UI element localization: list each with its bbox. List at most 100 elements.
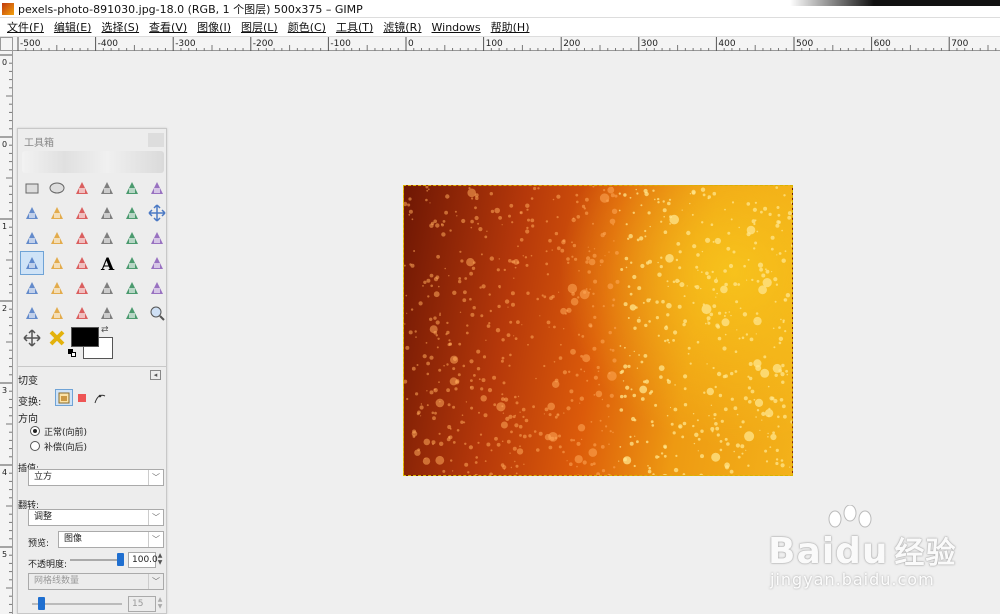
tool-options-menu-icon[interactable]: ◂ (150, 370, 161, 380)
menu-edit[interactable]: 编辑(E) (51, 19, 95, 35)
fuzzy-select-tool-button[interactable] (95, 176, 119, 200)
eraser-tool-button[interactable] (70, 276, 94, 300)
menu-view[interactable]: 查看(V) (146, 19, 190, 35)
color-select-tool-button[interactable] (120, 176, 144, 200)
airbrush-tool-button[interactable] (95, 276, 119, 300)
toolbox-close-button[interactable] (148, 133, 164, 147)
water-drop (519, 411, 521, 413)
water-drop (619, 345, 622, 347)
free-select-tool-button[interactable] (70, 176, 94, 200)
water-drop (460, 420, 464, 424)
blend-tool-button[interactable] (145, 251, 169, 275)
opacity-slider-handle[interactable] (117, 553, 124, 566)
water-drop (711, 430, 714, 433)
menu-image[interactable]: 图像(I) (194, 19, 234, 35)
water-drop (543, 295, 547, 299)
toolbox-drop-area[interactable] (22, 151, 164, 173)
paths-tool-button[interactable] (45, 201, 69, 225)
dodge-burn-tool-button[interactable] (120, 301, 144, 325)
transform-selection-button[interactable] (73, 389, 91, 406)
image-canvas[interactable] (403, 185, 793, 476)
direction-corrective-radio[interactable] (30, 441, 40, 451)
text-tool-button[interactable]: A (95, 251, 119, 275)
water-drop (431, 411, 435, 415)
color-picker-tool-button[interactable] (70, 201, 94, 225)
opacity-spin-arrows[interactable]: ▲ ▼ (156, 552, 164, 568)
perspective-tool-button[interactable] (145, 226, 169, 250)
water-drop (623, 394, 627, 398)
opacity-spinbox[interactable]: 100.0 (128, 552, 158, 568)
magnify-tool-button[interactable] (145, 301, 169, 325)
guides-combo: 网格线数量 ﹀ (28, 573, 164, 590)
crop-tool-button[interactable] (45, 226, 69, 250)
opacity-slider-track[interactable] (70, 559, 120, 561)
water-drop (760, 368, 770, 378)
grid-slider-track[interactable] (32, 603, 122, 605)
menu-select[interactable]: 选择(S) (98, 19, 142, 35)
smudge-tool-button[interactable] (95, 301, 119, 325)
pencil-icon (26, 282, 38, 294)
align-tool-button[interactable] (20, 226, 44, 250)
unified-transform-tool-button[interactable] (70, 251, 94, 275)
water-drop (509, 452, 511, 454)
flip-tool-button[interactable] (20, 251, 44, 275)
pencil-tool-button[interactable] (20, 276, 44, 300)
interpolation-combo[interactable]: 立方 ﹀ (28, 469, 164, 486)
water-drop (484, 460, 487, 462)
scale-tool-button[interactable] (95, 226, 119, 250)
foreground-color-swatch[interactable] (71, 327, 99, 347)
direction-normal-radio[interactable] (30, 426, 40, 436)
water-drop (746, 225, 756, 235)
rect-select-tool-button[interactable] (20, 176, 44, 200)
move-arrows-tool-button[interactable] (20, 326, 44, 350)
menu-layer[interactable]: 图层(L) (238, 19, 281, 35)
scissors-select-tool-button[interactable] (145, 176, 169, 200)
water-drop (435, 223, 440, 228)
water-drop (643, 380, 646, 384)
clone-tool-button[interactable] (145, 276, 169, 300)
menu-filters[interactable]: 滤镜(R) (380, 19, 424, 35)
move-tool-button[interactable] (145, 201, 169, 225)
menu-file[interactable]: 文件(F) (4, 19, 47, 35)
ink-tool-button[interactable] (120, 276, 144, 300)
water-drop (787, 211, 792, 216)
water-drop (720, 419, 724, 423)
ellipse-select-tool-button[interactable] (45, 176, 69, 200)
reset-colors-icon[interactable] (68, 349, 76, 357)
zoom-tool-button[interactable] (95, 201, 119, 225)
water-drop (598, 383, 600, 386)
water-drop (687, 346, 691, 350)
grid-slider-handle[interactable] (38, 597, 45, 610)
water-drop (652, 473, 655, 475)
water-drop (682, 421, 687, 426)
shear-tool-button[interactable] (120, 226, 144, 250)
paintbrush-tool-button[interactable] (45, 276, 69, 300)
measure-tool-button[interactable] (120, 201, 144, 225)
preview-combo[interactable]: 图像 ﹀ (58, 531, 164, 548)
swap-colors-icon[interactable]: ⇄ (101, 325, 109, 335)
foreground-select-tool-button[interactable] (20, 201, 44, 225)
menu-tools[interactable]: 工具(T) (333, 19, 376, 35)
water-drop (435, 275, 440, 280)
cage-transform-tool-button[interactable] (45, 251, 69, 275)
bucket-fill-tool-button[interactable] (120, 251, 144, 275)
x-tool-tool-button[interactable] (45, 326, 69, 350)
menu-windows[interactable]: Windows (429, 21, 484, 34)
blur-tool-button[interactable] (70, 301, 94, 325)
clipping-combo[interactable]: 调整 ﹀ (28, 509, 164, 526)
menu-colors[interactable]: 颜色(C) (285, 19, 329, 35)
water-drop (667, 201, 671, 206)
ruler-corner-button[interactable] (0, 37, 13, 51)
menu-help[interactable]: 帮助(H) (488, 19, 533, 35)
perspective-clone-tool-button[interactable] (45, 301, 69, 325)
transform-path-button[interactable] (91, 389, 109, 406)
transform-layer-button[interactable] (55, 389, 73, 406)
rotate-tool-button[interactable] (70, 226, 94, 250)
water-drop (511, 302, 515, 307)
water-drop (609, 393, 614, 398)
water-drop (627, 285, 631, 288)
water-drop (702, 193, 706, 197)
water-drop (634, 435, 636, 437)
heal-tool-button[interactable] (20, 301, 44, 325)
water-drop (500, 421, 508, 429)
